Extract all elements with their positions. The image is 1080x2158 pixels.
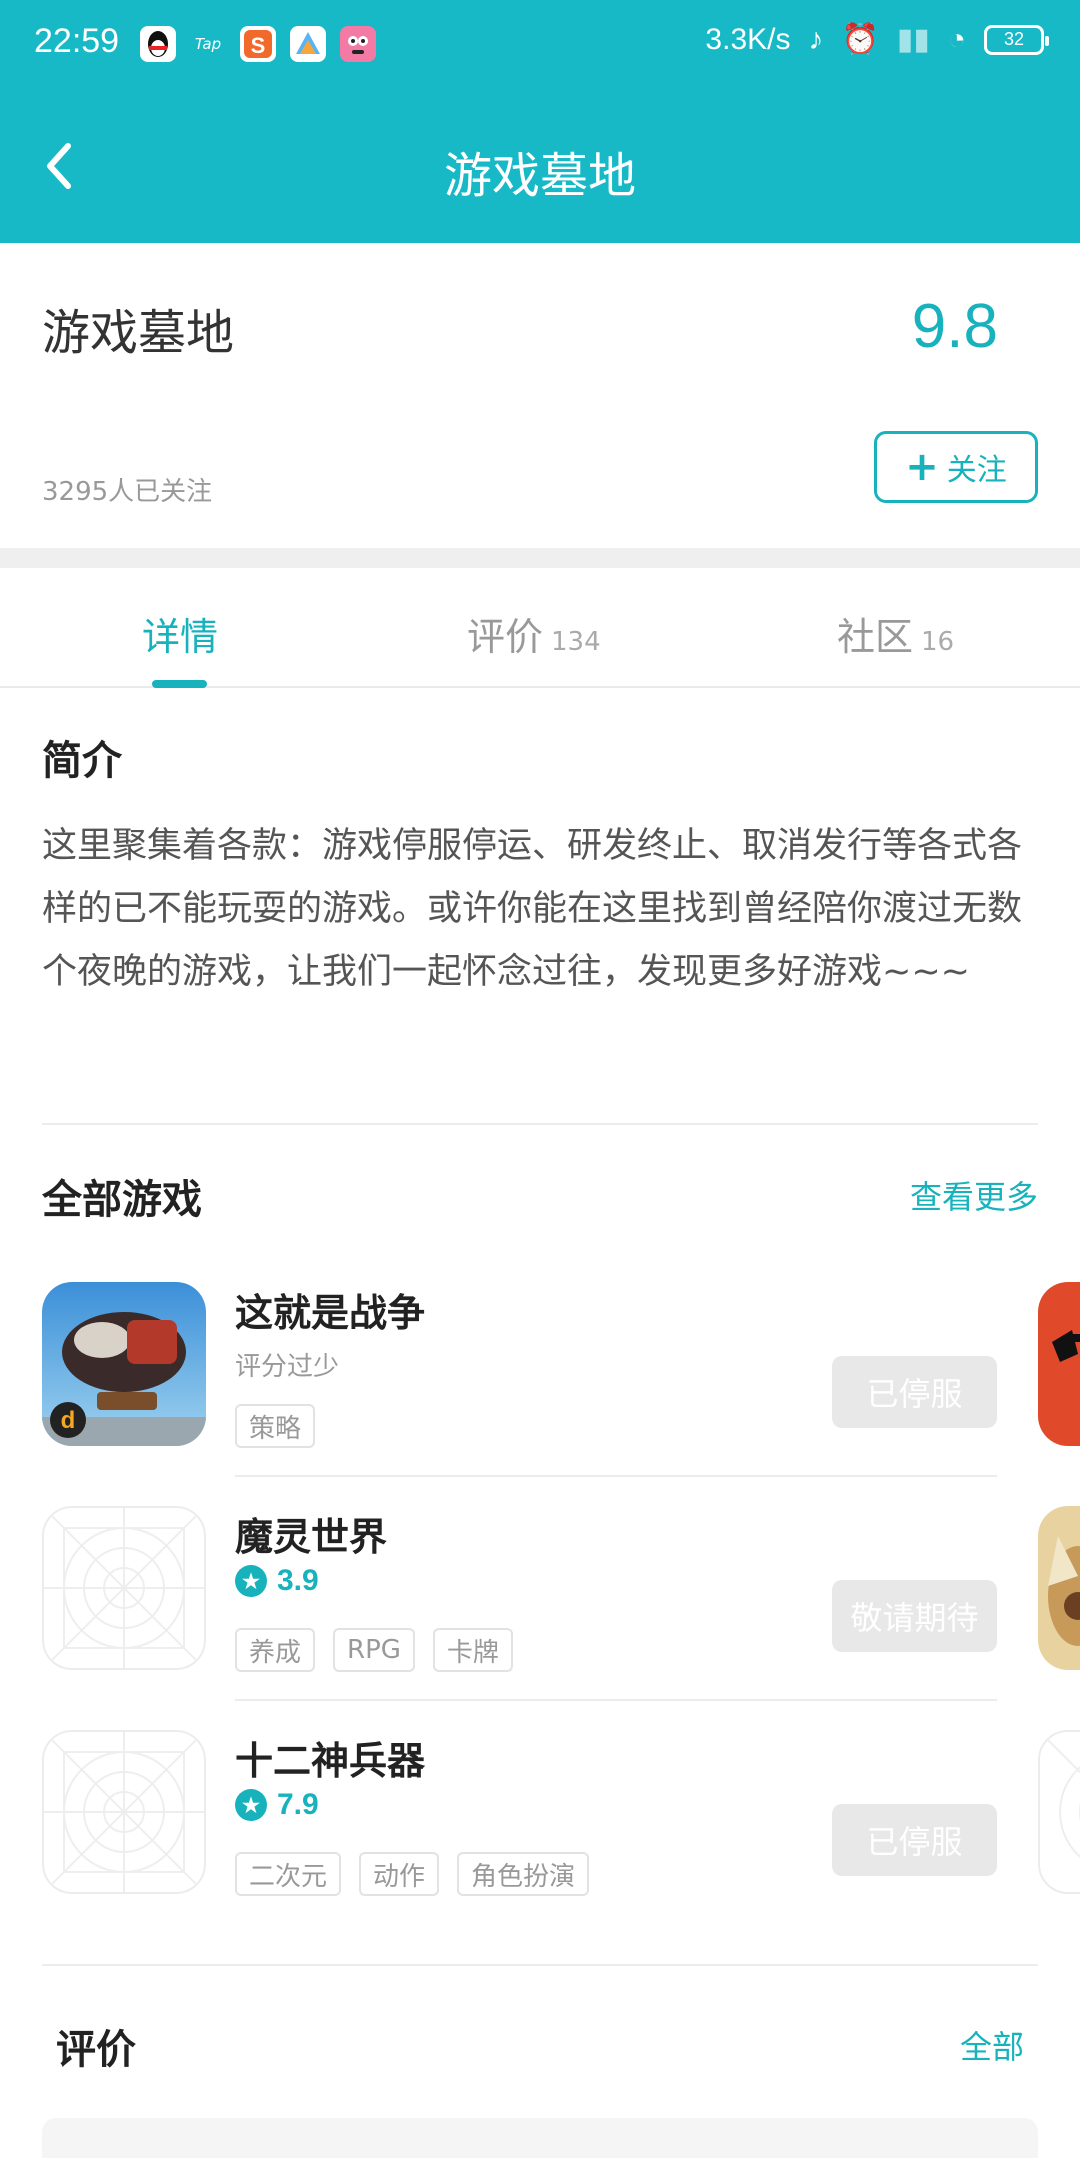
signal-icon: ▮▮ bbox=[896, 23, 930, 56]
game-tag[interactable]: 动作 bbox=[359, 1852, 440, 1896]
alarm-icon: ⏰ bbox=[841, 23, 879, 56]
view-more-link[interactable]: 查看更多 bbox=[910, 1172, 1038, 1218]
wifi-icon: ◔ bbox=[947, 22, 966, 56]
side-game-card[interactable] bbox=[1038, 1506, 1080, 1670]
star-icon: ★ bbox=[235, 1565, 267, 1597]
side-game-card[interactable] bbox=[1038, 1282, 1080, 1446]
game-name[interactable]: 十二神兵器 bbox=[235, 1730, 425, 1785]
plus-icon: + bbox=[905, 444, 939, 490]
page-title: 游戏墓地 bbox=[443, 148, 636, 204]
game-icon-war[interactable]: d bbox=[42, 1282, 206, 1446]
tab-count: 134 bbox=[551, 627, 601, 657]
status-right: 3.3K/s ♪ ⏰ ▮▮ ◔ 32 bbox=[705, 22, 1049, 57]
review-card[interactable] bbox=[42, 2118, 1038, 2158]
all-reviews-link[interactable]: 全部 bbox=[960, 2022, 1024, 2068]
side-game-card[interactable] bbox=[1038, 1730, 1080, 1894]
row-divider bbox=[235, 1699, 997, 1701]
game-rating: ★ 7.9 bbox=[235, 1788, 319, 1822]
game-row[interactable]: d 这就是战争 评分过少 策略 已停服 bbox=[0, 1282, 1080, 1507]
svg-text:S: S bbox=[251, 33, 266, 58]
battery-icon: 32 bbox=[984, 24, 1049, 55]
game-row[interactable]: 十二神兵器 ★ 7.9 二次元 动作 角色扮演 已停服 bbox=[0, 1730, 1080, 1955]
intro-title: 简介 bbox=[42, 738, 122, 784]
game-tags: 策略 bbox=[235, 1404, 316, 1448]
divider bbox=[42, 1964, 1038, 1966]
game-rating: ★ 3.9 bbox=[235, 1564, 319, 1598]
game-icon-placeholder[interactable] bbox=[42, 1506, 206, 1670]
header: 游戏墓地 bbox=[0, 88, 1080, 243]
tab-reviews[interactable]: 评价 134 bbox=[467, 606, 601, 661]
info-card: 游戏墓地 9.8 3295人已关注 + 关注 bbox=[0, 243, 1080, 548]
row-divider bbox=[235, 1475, 997, 1477]
game-tags: 养成 RPG 卡牌 bbox=[235, 1628, 513, 1672]
game-icon bbox=[340, 26, 376, 62]
game-tags: 二次元 动作 角色扮演 bbox=[235, 1852, 590, 1896]
category-name: 游戏墓地 bbox=[42, 305, 235, 361]
game-status-button[interactable]: 敬请期待 bbox=[832, 1580, 997, 1652]
game-name[interactable]: 魔灵世界 bbox=[235, 1506, 387, 1561]
game-tag[interactable]: 策略 bbox=[235, 1404, 316, 1448]
game-icon-placeholder[interactable] bbox=[42, 1730, 206, 1894]
category-score: 9.8 bbox=[911, 292, 998, 361]
follow-button[interactable]: + 关注 bbox=[874, 431, 1038, 503]
game-tag[interactable]: RPG bbox=[333, 1628, 415, 1672]
games-section-title: 全部游戏 bbox=[42, 1177, 202, 1223]
status-bar: 22:59 Tap S 3.3K/s ♪ ⏰ ▮▮ ◔ 32 bbox=[0, 0, 1080, 88]
tab-label: 社区 bbox=[837, 615, 914, 659]
game-rating-note: 评分过少 bbox=[235, 1352, 340, 1382]
status-time: 22:59 bbox=[34, 22, 120, 60]
battery-level: 32 bbox=[1003, 29, 1025, 49]
game-row[interactable]: 魔灵世界 ★ 3.9 养成 RPG 卡牌 敬请期待 bbox=[0, 1506, 1080, 1731]
svg-text:d: d bbox=[61, 1407, 76, 1434]
tab-count: 16 bbox=[921, 627, 955, 657]
tab-community[interactable]: 社区 16 bbox=[837, 606, 954, 661]
tab-label: 详情 bbox=[142, 615, 219, 659]
game-rating-value: 7.9 bbox=[277, 1788, 319, 1821]
follow-label: 关注 bbox=[946, 453, 1007, 488]
reviews-section-title: 评价 bbox=[56, 2027, 136, 2073]
qq-icon bbox=[140, 26, 176, 62]
game-name[interactable]: 这就是战争 bbox=[235, 1282, 425, 1337]
net-speed: 3.3K/s bbox=[705, 22, 791, 56]
game-tag[interactable]: 角色扮演 bbox=[457, 1852, 590, 1896]
tab-details[interactable]: 详情 bbox=[142, 606, 218, 661]
tab-bar: 详情 评价 134 社区 16 bbox=[0, 568, 1080, 688]
section-gap bbox=[0, 548, 1080, 568]
game-tag[interactable]: 卡牌 bbox=[432, 1628, 513, 1672]
tab-label: 评价 bbox=[467, 615, 544, 659]
app-icon bbox=[290, 26, 326, 62]
game-tag[interactable]: 养成 bbox=[235, 1628, 316, 1672]
music-icon: ♪ bbox=[808, 22, 824, 56]
divider bbox=[42, 1123, 1038, 1125]
follower-count: 3295人已关注 bbox=[42, 477, 213, 507]
game-status-button[interactable]: 已停服 bbox=[832, 1804, 997, 1876]
star-icon: ★ bbox=[235, 1789, 267, 1821]
tab-indicator bbox=[152, 680, 207, 688]
intro-text: 这里聚集着各款：游戏停服停运、研发终止、取消发行等各式各样的已不能玩耍的游戏。或… bbox=[42, 826, 1023, 992]
game-tag[interactable]: 二次元 bbox=[235, 1852, 342, 1896]
game-status-button[interactable]: 已停服 bbox=[832, 1356, 997, 1428]
taptap-icon: Tap bbox=[194, 35, 222, 53]
sohu-icon: S bbox=[240, 26, 276, 62]
game-rating-value: 3.9 bbox=[277, 1564, 319, 1597]
